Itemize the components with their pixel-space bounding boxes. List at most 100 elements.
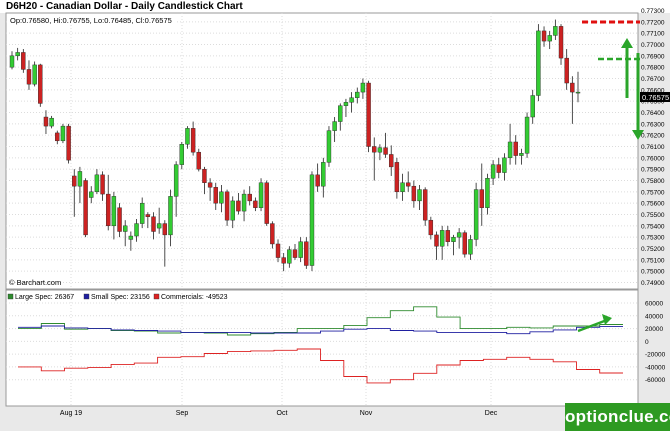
candle-down: [541, 30, 547, 42]
price-tick-label: 0.75900: [641, 167, 665, 174]
candle-down: [247, 193, 252, 202]
candle-up: [111, 196, 117, 227]
price-tick-label: 0.75300: [641, 235, 665, 242]
candle-down: [83, 180, 88, 236]
candle-up: [326, 130, 332, 163]
candle-up: [179, 144, 185, 165]
candle-down: [564, 57, 569, 84]
source-label: © Barchart.com: [9, 278, 61, 287]
price-tick-label: 0.75800: [641, 178, 665, 185]
candle-up: [417, 189, 422, 202]
candle-up: [156, 223, 162, 229]
candle-up: [173, 164, 179, 197]
candle-up: [321, 162, 326, 187]
candle-up: [332, 121, 337, 131]
candle-up: [502, 157, 507, 173]
candle-up: [536, 30, 541, 96]
cot-legend-swatch: [83, 293, 90, 300]
chart-svg: 0.77300 0.77200 0.77100 0.77000 0.76900 0.768…: [5, 8, 670, 417]
price-tick-label: 0.76300: [641, 121, 665, 128]
candle-down: [411, 185, 417, 202]
candle-down: [315, 174, 320, 187]
candle-down: [145, 214, 151, 217]
candle-up: [185, 128, 190, 145]
candle-up: [377, 147, 383, 153]
candle-up: [439, 230, 445, 247]
candle-up: [241, 193, 247, 212]
ohlc-label: Op:0.76580, Hi:0.76755, Lo:0.76485, Cl:0…: [10, 16, 172, 25]
candle-down: [496, 164, 501, 173]
price-tick-label: 0.76700: [641, 76, 665, 83]
candle-down: [117, 207, 122, 232]
price-tick-label: 0.76100: [641, 144, 665, 151]
candle-up: [400, 182, 405, 193]
candle-down: [270, 223, 275, 245]
candle-up: [94, 174, 100, 193]
candle-up: [355, 91, 360, 98]
price-tick-label: 0.76200: [641, 133, 665, 140]
candle-down: [190, 128, 196, 153]
candle-down: [202, 168, 207, 183]
price-tick-label: 0.77300: [641, 8, 665, 15]
candle-up: [451, 236, 456, 242]
brand-logo: optionclue.com: [565, 403, 670, 431]
candle-up: [507, 141, 513, 159]
candle-up: [468, 239, 473, 255]
cot-legend-label: Commercials: -49523: [161, 294, 228, 301]
price-tick-label: 0.74900: [641, 280, 665, 287]
candle-up: [258, 182, 264, 208]
candle-up: [122, 225, 128, 232]
candle-up: [547, 35, 552, 42]
candle-down: [372, 146, 377, 153]
candle-up: [15, 52, 20, 57]
candle-up: [134, 223, 139, 237]
candle-down: [236, 200, 241, 212]
candle-down: [151, 216, 156, 232]
candle-up: [89, 191, 94, 198]
candle-up: [309, 174, 315, 266]
candle-down: [462, 232, 467, 255]
candle-up: [338, 105, 343, 122]
candle-down: [422, 189, 428, 221]
candle-down: [253, 200, 258, 208]
candle-up: [349, 97, 354, 103]
candle-up: [456, 232, 462, 238]
candle-up: [524, 116, 530, 154]
price-tick-label: 0.75100: [641, 257, 665, 264]
candle-down: [38, 64, 43, 104]
candle-up: [128, 235, 134, 240]
price-tick-label: 0.75700: [641, 189, 665, 196]
candle-up: [139, 202, 145, 224]
candle-down: [162, 223, 168, 236]
price-tick-label: 0.75400: [641, 223, 665, 230]
candle-up: [553, 26, 558, 36]
candle-down: [389, 154, 394, 168]
price-tick-label: 0.75600: [641, 201, 665, 208]
cot-tick-label: -20000: [645, 352, 666, 359]
candle-down: [366, 82, 371, 147]
cot-legend-label: Small Spec: 23156: [91, 294, 150, 301]
candle-up: [343, 102, 349, 106]
price-tick-label: 0.76000: [641, 155, 665, 162]
cot-legend-label: Large Spec: 26367: [15, 294, 74, 301]
price-tick-label: 0.77200: [641, 19, 665, 26]
candle-up: [77, 171, 83, 187]
candle-down: [513, 141, 518, 156]
price-tick-label: 0.75200: [641, 246, 665, 253]
cot-tick-label: 0: [645, 339, 649, 346]
candle-down: [72, 175, 77, 187]
candle-up: [530, 95, 535, 118]
cot-tick-label: -60000: [645, 377, 666, 384]
candle-down: [275, 243, 281, 258]
candle-up: [219, 191, 224, 204]
candle-up: [60, 125, 66, 142]
x-tick-label: Oct: [277, 410, 288, 417]
candle-down: [100, 174, 105, 195]
candle-up: [575, 91, 581, 94]
candle-down: [213, 187, 218, 204]
candle-up: [490, 164, 496, 179]
cot-tick-label: -40000: [645, 364, 666, 371]
candle-down: [196, 151, 201, 170]
candle-up: [9, 55, 15, 68]
candle-up: [32, 64, 37, 85]
